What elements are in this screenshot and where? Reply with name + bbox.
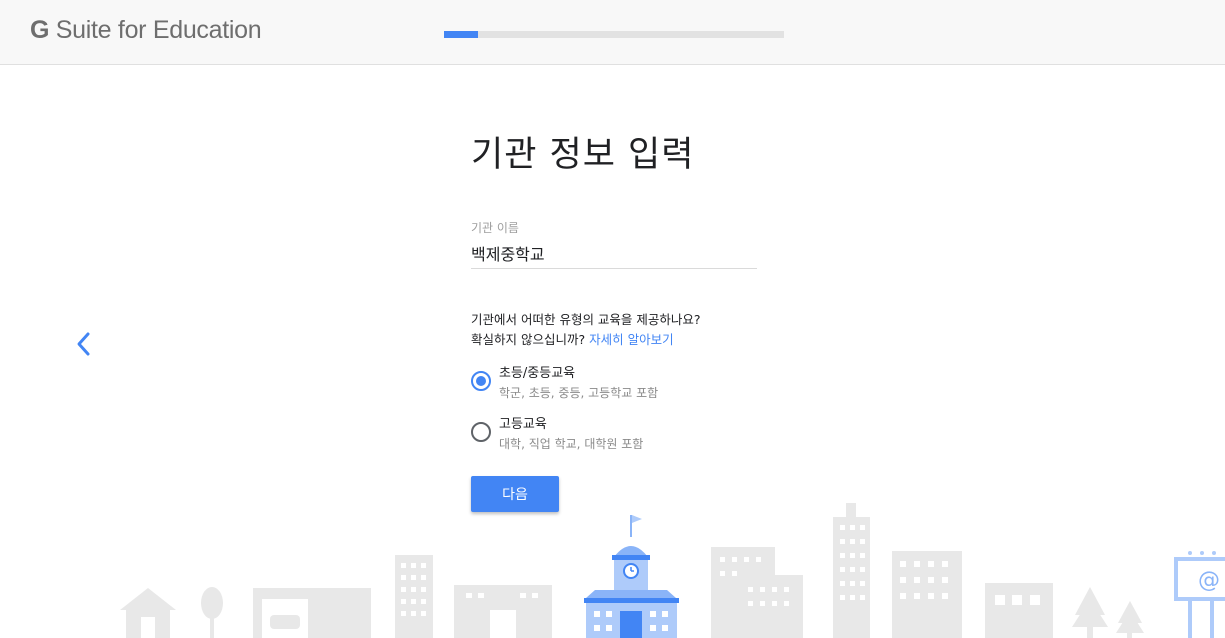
billboard-at-symbol: @ bbox=[1198, 568, 1220, 593]
brand-name: Suite for Education bbox=[49, 16, 262, 44]
chevron-left-icon bbox=[77, 332, 90, 356]
radio-higher-ed[interactable] bbox=[471, 422, 491, 442]
radio-k12-selected[interactable] bbox=[471, 371, 491, 391]
progress-fill bbox=[444, 31, 478, 38]
option-title: 고등교육 bbox=[499, 417, 547, 432]
institution-name-label: 기관 이름 bbox=[471, 221, 519, 235]
setup-progress-bar bbox=[444, 31, 784, 38]
unsure-text: 확실하지 않으십니까? bbox=[471, 332, 586, 347]
learn-more-link[interactable]: 자세히 알아보기 bbox=[589, 332, 673, 347]
top-bar: G Suite for Education bbox=[0, 0, 1225, 65]
billboard-icon: @ bbox=[1174, 551, 1225, 638]
question-text: 기관에서 어떠한 유형의 교육을 제공하나요? bbox=[471, 312, 701, 327]
back-button[interactable] bbox=[73, 331, 95, 357]
page-title: 기관 정보 입력 bbox=[471, 135, 695, 175]
question-help: 확실하지 않으십니까? 자세히 알아보기 bbox=[471, 330, 701, 350]
option-title: 초등/중등교육 bbox=[499, 366, 576, 381]
school-icon bbox=[584, 515, 679, 638]
city-skyline-illustration: @ bbox=[120, 503, 1225, 638]
option-description: 대학, 직업 학교, 대학원 포함 bbox=[499, 437, 644, 451]
institution-name-input[interactable] bbox=[471, 241, 757, 269]
gsuite-education-logo: G Suite for Education bbox=[30, 16, 262, 45]
option-description: 학군, 초등, 중등, 고등학교 포함 bbox=[499, 386, 659, 400]
education-type-question: 기관에서 어떠한 유형의 교육을 제공하나요? 확실하지 않으십니까? 자세히 … bbox=[471, 310, 701, 350]
brand-g: G bbox=[30, 16, 50, 44]
